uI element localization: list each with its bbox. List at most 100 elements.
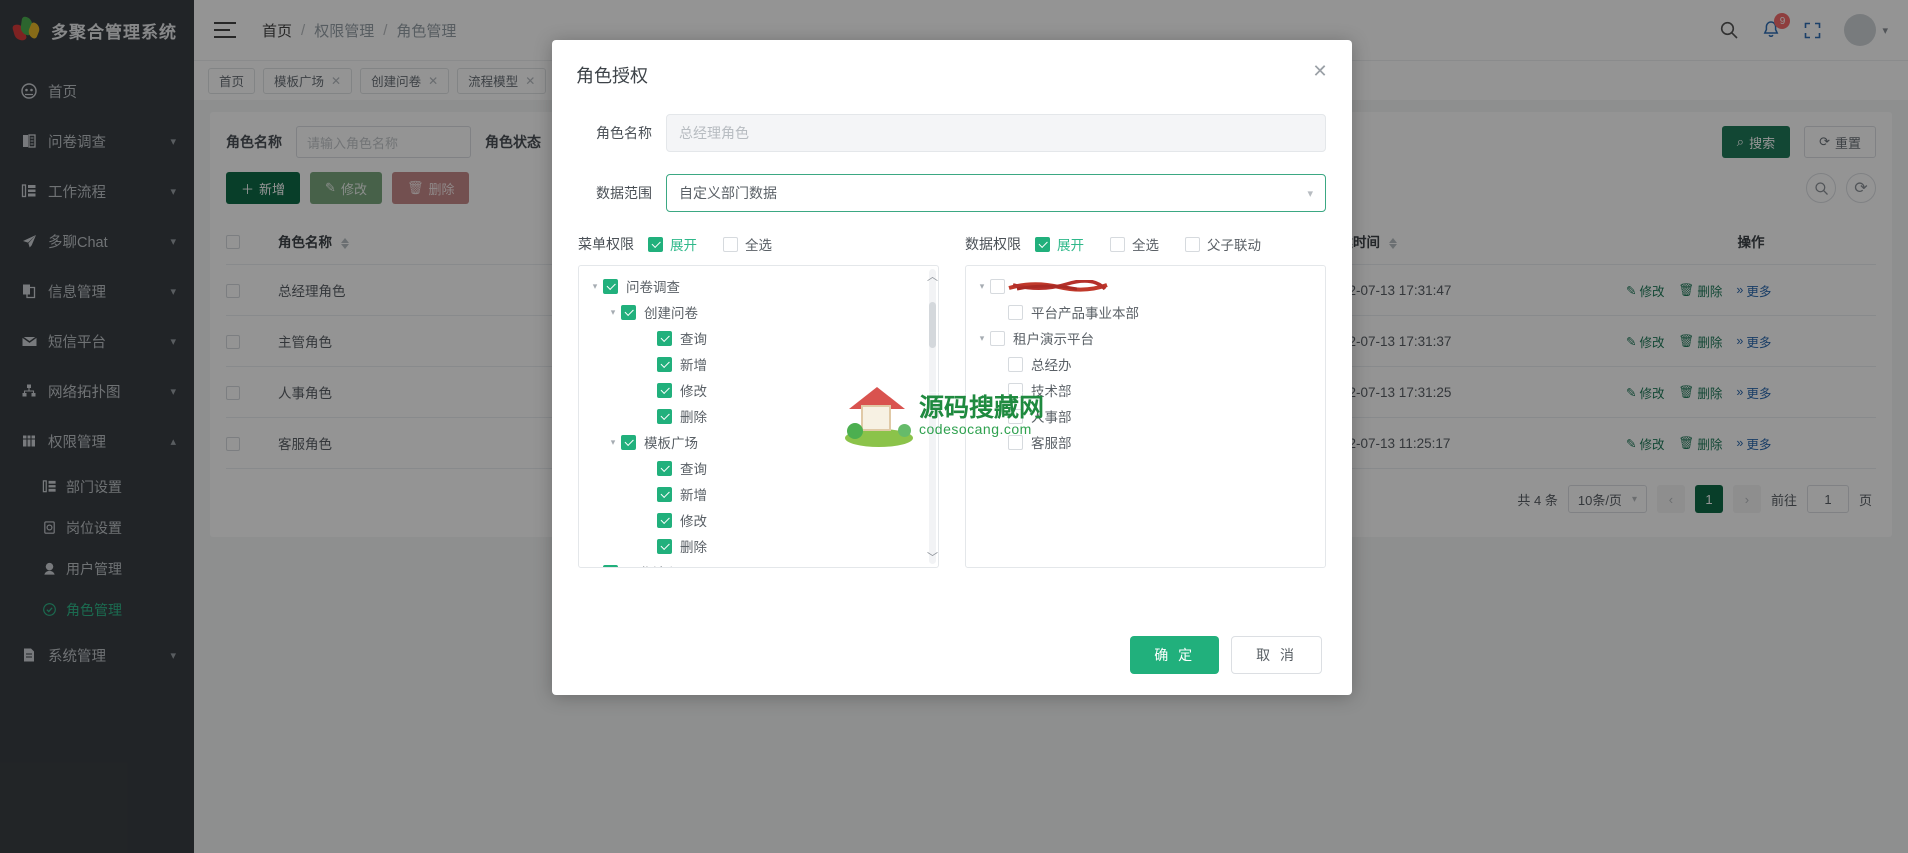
tree-checkbox[interactable] xyxy=(990,331,1005,346)
confirm-button[interactable]: 确 定 xyxy=(1130,636,1219,674)
field-data-scope: 数据范围 自定义部门数据 ▾ xyxy=(578,174,1326,212)
chevron-down-icon[interactable]: ▾ xyxy=(605,307,621,318)
tree-node[interactable]: ▾ 删除 xyxy=(579,403,938,429)
menu-permission-header: 菜单权限 展开 全选 xyxy=(578,234,939,254)
checkbox-box xyxy=(723,237,738,252)
tree-node-label: 模板广场 xyxy=(644,432,698,452)
tree-checkbox[interactable] xyxy=(1008,305,1023,320)
data-cascade-checkbox[interactable]: 父子联动 xyxy=(1185,234,1261,254)
tree-checkbox[interactable] xyxy=(1008,435,1023,450)
tree-checkbox[interactable] xyxy=(1008,383,1023,398)
checkbox-box xyxy=(648,237,663,252)
checkbox-box xyxy=(1035,237,1050,252)
tree-checkbox[interactable] xyxy=(657,357,672,372)
data-permission-label: 数据权限 xyxy=(965,234,1021,254)
menu-select-all-label: 全选 xyxy=(745,234,772,254)
app-root: 多聚合管理系统 首页 问卷调查 ▾ 工作流程 ▾ xyxy=(0,0,1908,853)
tree-node[interactable]: ▾ 客服部 xyxy=(966,429,1325,455)
chevron-down-icon[interactable]: ▾ xyxy=(587,567,603,568)
tree-node-label: 查询 xyxy=(680,328,707,348)
data-select-all-checkbox[interactable]: 全选 xyxy=(1110,234,1159,254)
close-icon[interactable]: ✕ xyxy=(1310,62,1330,82)
tree-node-label: 修改 xyxy=(680,510,707,530)
tree-checkbox[interactable] xyxy=(1008,409,1023,424)
tree-node[interactable]: ▾ 工作流程 xyxy=(579,559,938,567)
chevron-up-icon[interactable]: ︿ xyxy=(927,268,937,284)
data-expand-checkbox[interactable]: 展开 xyxy=(1035,234,1084,254)
tree-node[interactable]: ▾ 新增 xyxy=(579,481,938,507)
chevron-down-icon[interactable]: ﹀ xyxy=(927,549,937,565)
tree-node-label: 工作流程 xyxy=(626,562,680,567)
tree-node-label: 新增 xyxy=(680,484,707,504)
data-expand-label: 展开 xyxy=(1057,234,1084,254)
tree-node[interactable]: ▾ 模板广场 xyxy=(579,429,938,455)
tree-node-label: 问卷调查 xyxy=(626,276,680,296)
cancel-button[interactable]: 取 消 xyxy=(1231,636,1322,674)
data-cascade-label: 父子联动 xyxy=(1207,234,1261,254)
tree-node[interactable]: ▾ 查询 xyxy=(579,455,938,481)
dialog-footer: 确 定 取 消 xyxy=(552,615,1352,695)
tree-node-label: 客服部 xyxy=(1031,432,1072,452)
chevron-down-icon[interactable]: ▾ xyxy=(587,281,603,292)
tree-checkbox[interactable] xyxy=(603,565,618,568)
tree-node-label: 总经办 xyxy=(1031,354,1072,374)
tree-checkbox[interactable] xyxy=(603,279,618,294)
data-scope-value: 自定义部门数据 xyxy=(679,183,777,203)
tree-node[interactable]: ▾ 修改 xyxy=(579,507,938,533)
permission-columns: 菜单权限 展开 全选 ▾ xyxy=(578,234,1326,568)
tree-node[interactable]: ▾ 查询 xyxy=(579,325,938,351)
tree-checkbox[interactable] xyxy=(1008,357,1023,372)
checkbox-box xyxy=(1110,237,1125,252)
tree-checkbox[interactable] xyxy=(990,279,1005,294)
menu-permission-tree: ▾ 问卷调查 ▾ 创建问卷 ▾ xyxy=(578,265,939,568)
tree-node-label: 租户演示平台 xyxy=(1013,328,1094,348)
menu-select-all-checkbox[interactable]: 全选 xyxy=(723,234,772,254)
tree-checkbox[interactable] xyxy=(621,305,636,320)
tree-checkbox[interactable] xyxy=(657,461,672,476)
role-name-input: 总经理角色 xyxy=(666,114,1326,152)
tree-node[interactable]: ▾ 人事部 xyxy=(966,403,1325,429)
field-role-name-label: 角色名称 xyxy=(578,123,666,143)
tree-node[interactable]: ▾ 新增 xyxy=(579,351,938,377)
menu-permission-column: 菜单权限 展开 全选 ▾ xyxy=(578,234,939,568)
chevron-down-icon[interactable]: ▾ xyxy=(974,333,990,344)
menu-permission-label: 菜单权限 xyxy=(578,234,634,254)
data-tree-scroll: ▾ xyxy=(966,266,1325,567)
tree-checkbox[interactable] xyxy=(657,487,672,502)
role-authorization-dialog: 角色授权 ✕ 角色名称 总经理角色 数据范围 自定义部门数据 ▾ 菜单权限 xyxy=(552,40,1352,695)
tree-node[interactable]: ▾ 平台产品事业本部 xyxy=(966,299,1325,325)
dialog-title: 角色授权 xyxy=(576,62,1328,88)
menu-expand-checkbox[interactable]: 展开 xyxy=(648,234,697,254)
field-role-name: 角色名称 总经理角色 xyxy=(578,114,1326,152)
tree-node[interactable]: ▾ 总经办 xyxy=(966,351,1325,377)
tree-checkbox[interactable] xyxy=(657,513,672,528)
chevron-down-icon[interactable]: ▾ xyxy=(605,437,621,448)
tree-node-label: 删除 xyxy=(680,406,707,426)
data-permission-tree: ▾ xyxy=(965,265,1326,568)
tree-checkbox[interactable] xyxy=(621,435,636,450)
tree-node[interactable]: ▾ 删除 xyxy=(579,533,938,559)
tree-node[interactable]: ▾ 问卷调查 xyxy=(579,273,938,299)
tree-node-label: 技术部 xyxy=(1031,380,1072,400)
tree-node-label: 人事部 xyxy=(1031,406,1072,426)
field-data-scope-label: 数据范围 xyxy=(578,183,666,203)
data-select-all-label: 全选 xyxy=(1132,234,1159,254)
tree-node[interactable]: ▾ 修改 xyxy=(579,377,938,403)
tree-node[interactable]: ▾ 技术部 xyxy=(966,377,1325,403)
tree-node-label: 平台产品事业本部 xyxy=(1031,302,1139,322)
menu-tree-scroll: ▾ 问卷调查 ▾ 创建问卷 ▾ xyxy=(579,266,938,567)
chevron-down-icon[interactable]: ▾ xyxy=(974,281,990,292)
data-scope-select[interactable]: 自定义部门数据 ▾ xyxy=(666,174,1326,212)
tree-checkbox[interactable] xyxy=(657,383,672,398)
tree-node[interactable]: ▾ 租户演示平台 xyxy=(966,325,1325,351)
tree-node[interactable]: ▾ 创建问卷 xyxy=(579,299,938,325)
menu-expand-label: 展开 xyxy=(670,234,697,254)
tree-node-label: 修改 xyxy=(680,380,707,400)
tree-checkbox[interactable] xyxy=(657,331,672,346)
tree-scrollbar-thumb[interactable] xyxy=(929,302,936,348)
data-permission-column: 数据权限 展开 全选 父子联动 xyxy=(965,234,1326,568)
tree-node[interactable]: ▾ xyxy=(966,273,1325,299)
tree-node-label: 创建问卷 xyxy=(644,302,698,322)
tree-checkbox[interactable] xyxy=(657,409,672,424)
tree-checkbox[interactable] xyxy=(657,539,672,554)
